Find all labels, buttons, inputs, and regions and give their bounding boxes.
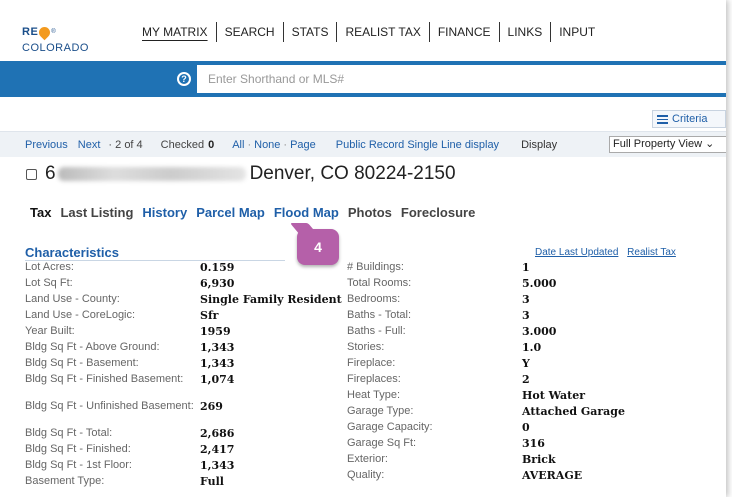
char-row: Land Use - CoreLogic: Sfr	[25, 309, 219, 322]
section-links: Date Last Updated Realist Tax	[535, 247, 682, 258]
app-window: RE COLORADO ® MY MATRIX SEARCH STATS REA…	[0, 0, 726, 497]
next-link[interactable]: Next	[78, 139, 101, 151]
nav-search[interactable]: SEARCH	[215, 22, 283, 42]
nav-input[interactable]: INPUT	[550, 22, 603, 42]
char-row: Garage Capacity: 0	[347, 421, 530, 434]
char-row: Lot Sq Ft: 6,930	[25, 277, 235, 290]
listing-checkbox[interactable]	[26, 168, 37, 180]
checked-count: 0	[208, 138, 215, 151]
char-row: Garage Type: Attached Garage	[347, 405, 625, 418]
tab-photos[interactable]: Photos	[348, 205, 392, 220]
char-row: Heat Type: Hot Water	[347, 389, 586, 402]
tab-parcel-map[interactable]: Parcel Map	[196, 205, 265, 220]
main-menu: MY MATRIX SEARCH STATS REALIST TAX FINAN…	[134, 22, 603, 42]
public-record-display-link[interactable]: Public Record Single Line display	[336, 139, 499, 151]
char-row: Total Rooms: 5.000	[347, 277, 557, 290]
top-navigation: RE COLORADO ® MY MATRIX SEARCH STATS REA…	[0, 8, 726, 54]
results-pager-bar: Previous Next · 2 of 4 Checked 0 All · N…	[0, 131, 726, 157]
nav-my-matrix[interactable]: MY MATRIX	[134, 22, 216, 42]
tab-tax[interactable]: Tax	[30, 205, 51, 220]
char-row: Garage Sq Ft: 316	[347, 437, 545, 450]
characteristics-right-column: # Buildings: 1 Total Rooms: 5.000 Bedrooms…	[347, 261, 625, 485]
characteristics-section: Characteristics Date Last Updated Realis…	[25, 245, 695, 488]
char-row: Basement Type: Full	[25, 475, 224, 488]
char-row: Stories: 1.0	[347, 341, 542, 354]
question-circle-icon[interactable]: ?	[177, 72, 191, 86]
char-row: Bldg Sq Ft - Finished Basement: 1,074	[25, 373, 235, 386]
criteria-button[interactable]: Criteria	[652, 110, 726, 128]
char-row: Bldg Sq Ft - Basement: 1,343	[25, 357, 235, 370]
recolorado-logo[interactable]: RE COLORADO ®	[22, 24, 88, 54]
select-none-link[interactable]: None	[254, 139, 280, 151]
checked-label: Checked	[160, 138, 205, 151]
step-number-badge: 4	[297, 229, 339, 265]
characteristics-title: Characteristics	[25, 245, 285, 261]
char-row: Bldg Sq Ft - Total: 2,686	[25, 427, 235, 440]
criteria-label: Criteria	[672, 113, 708, 125]
display-select[interactable]: Full Property View ⌄	[609, 136, 726, 153]
tab-history[interactable]: History	[142, 205, 187, 220]
shorthand-search-input[interactable]	[197, 65, 726, 93]
search-bar: ?	[0, 61, 726, 97]
address-number: 6	[45, 163, 56, 184]
char-row: Exterior: Brick	[347, 453, 556, 466]
property-address: 6 Denver, CO 80224-2150	[26, 163, 456, 185]
tab-foreclosure[interactable]: Foreclosure	[401, 205, 475, 220]
char-row: Bedrooms: 3	[347, 293, 530, 306]
char-row: Bldg Sq Ft - Unfinished Basement: 269	[25, 400, 223, 413]
realist-tax-link[interactable]: Realist Tax	[627, 247, 676, 258]
display-label: Display	[521, 138, 558, 151]
char-row: Bldg Sq Ft - Finished: 2,417	[25, 443, 235, 456]
detail-tabs: Tax Last Listing History Parcel Map Floo…	[30, 205, 484, 220]
logo-drop-icon	[37, 24, 53, 40]
char-row: Baths - Total: 3	[347, 309, 530, 322]
address-city-line: Denver, CO 80224-2150	[249, 163, 456, 184]
select-all-link[interactable]: All	[232, 139, 244, 151]
tab-last-listing[interactable]: Last Listing	[60, 205, 133, 220]
char-row: Baths - Full: 3.000	[347, 325, 557, 338]
char-row: Year Built: 1959	[25, 325, 231, 338]
sliders-icon	[657, 114, 668, 124]
nav-finance[interactable]: FINANCE	[428, 22, 499, 42]
result-position: · 2 of 4	[108, 138, 143, 151]
nav-realist-tax[interactable]: REALIST TAX	[336, 22, 428, 42]
char-row: Lot Acres: 0.159	[25, 261, 235, 274]
redacted-street	[57, 167, 246, 181]
date-last-updated-link[interactable]: Date Last Updated	[535, 247, 618, 258]
previous-link[interactable]: Previous	[25, 139, 68, 151]
nav-stats[interactable]: STATS	[282, 22, 337, 42]
char-row: Fireplace: Y	[347, 357, 530, 370]
char-row: Bldg Sq Ft - 1st Floor: 1,343	[25, 459, 235, 472]
char-row: Land Use - County: Single Family Resident	[25, 293, 342, 306]
char-row: Fireplaces: 2	[347, 373, 530, 386]
characteristics-left-column: Lot Acres: 0.159 Lot Sq Ft: 6,930 Land Use…	[25, 261, 342, 491]
tab-flood-map[interactable]: Flood Map	[274, 205, 339, 220]
char-row: Quality: AVERAGE	[347, 469, 583, 482]
char-row: Bldg Sq Ft - Above Ground: 1,343	[25, 341, 235, 354]
select-page-link[interactable]: Page	[290, 139, 316, 151]
char-row: # Buildings: 1	[347, 261, 530, 274]
nav-links[interactable]: LINKS	[498, 22, 551, 42]
